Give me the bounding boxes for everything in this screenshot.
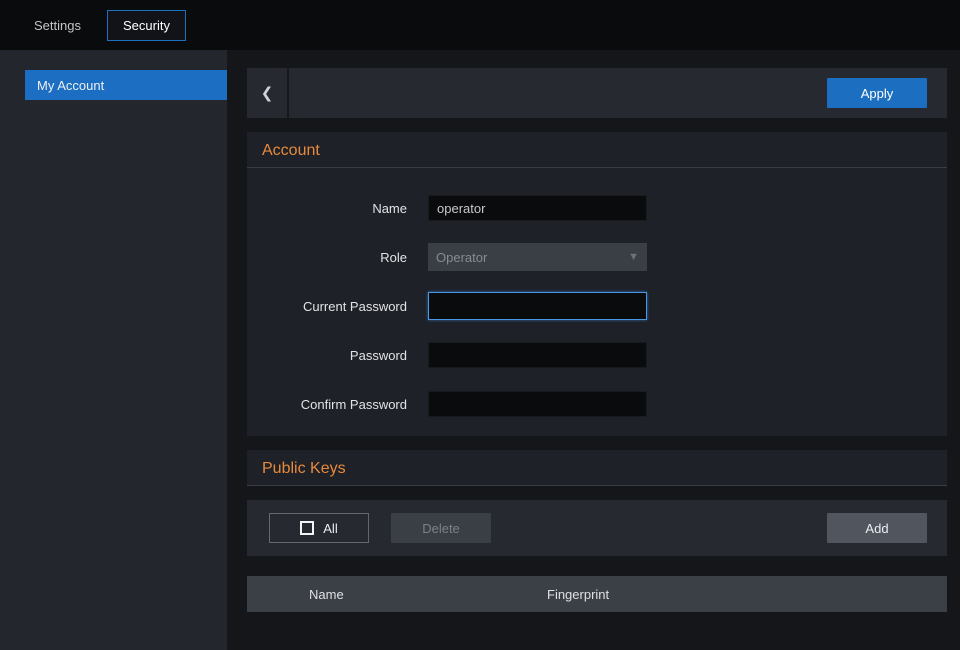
confirm-password-label: Confirm Password (247, 397, 407, 412)
confirm-password-row: Confirm Password (247, 390, 947, 418)
main-content: ❮ Apply Account Name Role Operator ▼ (228, 50, 960, 650)
role-select-value: Operator (436, 250, 628, 265)
checkbox-icon (300, 521, 314, 535)
password-row: Password (247, 341, 947, 369)
current-password-label: Current Password (247, 299, 407, 314)
section-gap (247, 486, 947, 500)
role-select[interactable]: Operator ▼ (428, 243, 647, 271)
public-keys-title: Public Keys (247, 450, 947, 485)
public-keys-table-header: Name Fingerprint (247, 576, 947, 612)
account-section: Account Name Role Operator ▼ Current Pas… (247, 132, 947, 436)
account-form: Name Role Operator ▼ Current Password Pa… (247, 168, 947, 436)
section-gap (247, 118, 947, 132)
current-password-input[interactable] (428, 292, 647, 320)
section-gap (247, 556, 947, 576)
column-header-name: Name (247, 587, 485, 602)
sidebar-item-my-account[interactable]: My Account (25, 70, 227, 100)
name-input[interactable] (428, 195, 647, 221)
add-button[interactable]: Add (827, 513, 927, 543)
chevron-left-icon: ❮ (261, 84, 274, 102)
tab-security[interactable]: Security (107, 10, 186, 41)
sidebar: My Account (0, 50, 228, 650)
password-label: Password (247, 348, 407, 363)
public-keys-toolbar: All Delete Add (247, 500, 947, 556)
account-section-title: Account (247, 132, 947, 167)
delete-button[interactable]: Delete (391, 513, 491, 543)
all-checkbox-label: All (323, 521, 337, 536)
section-gap (247, 436, 947, 450)
name-label: Name (247, 201, 407, 216)
confirm-password-input[interactable] (428, 391, 647, 417)
password-input[interactable] (428, 342, 647, 368)
current-password-row: Current Password (247, 292, 947, 320)
column-header-fingerprint: Fingerprint (485, 587, 947, 602)
apply-button[interactable]: Apply (827, 78, 927, 108)
top-toolbar: ❮ Apply (247, 68, 947, 118)
chevron-down-icon: ▼ (628, 251, 639, 263)
tab-settings[interactable]: Settings (18, 10, 97, 41)
back-button[interactable]: ❮ (247, 68, 289, 118)
role-row: Role Operator ▼ (247, 243, 947, 271)
topbar: Settings Security (0, 0, 960, 50)
role-label: Role (247, 250, 407, 265)
name-row: Name (247, 194, 947, 222)
all-checkbox[interactable]: All (269, 513, 369, 543)
public-keys-section: Public Keys (247, 450, 947, 486)
